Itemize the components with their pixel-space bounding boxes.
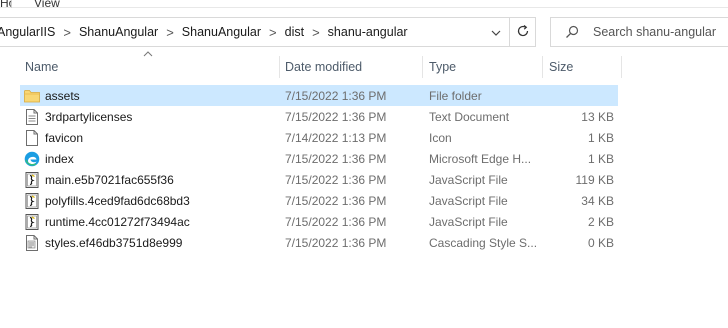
file-name-cell[interactable]: polyfills.4ced9fad6dc68bd3 <box>24 190 279 211</box>
address-bar[interactable]: AngularIIS > ShanuAngular > ShanuAngular… <box>0 17 510 47</box>
file-row[interactable]: polyfills.4ced9fad6dc68bd3 7/15/2022 1:36… <box>20 190 618 211</box>
column-header-date-modified[interactable]: Date modified <box>280 56 422 78</box>
file-row[interactable]: assets 7/15/2022 1:36 PM File folder <box>20 85 618 106</box>
column-divider[interactable] <box>542 56 543 78</box>
breadcrumb-separator[interactable]: > <box>55 25 79 40</box>
column-header-size[interactable]: Size <box>544 56 620 78</box>
file-type: Microsoft Edge H... <box>429 151 532 166</box>
file-name: styles.ef46db3751d8e999 <box>45 235 183 250</box>
file-name: runtime.4cc01272f73494ac <box>45 214 190 229</box>
search-placeholder: Search shanu-angular <box>593 25 716 39</box>
blank-file-icon <box>24 129 40 146</box>
file-size: 0 KB <box>587 235 614 250</box>
search-input[interactable]: Search shanu-angular <box>550 17 728 47</box>
file-row[interactable]: main.e5b7021fac655f36 7/15/2022 1:36 PM Ja… <box>20 169 618 190</box>
file-name-cell[interactable]: styles.ef46db3751d8e999 <box>24 232 279 253</box>
column-divider[interactable] <box>422 56 423 78</box>
edge-icon <box>24 151 40 167</box>
file-row[interactable]: index 7/15/2022 1:36 PM Microsoft Edge H..… <box>20 148 618 169</box>
file-name: favicon <box>45 130 84 145</box>
file-row[interactable]: favicon 7/14/2022 1:13 PM Icon 1 KB <box>20 127 618 148</box>
file-date-modified: 7/14/2022 1:13 PM <box>285 130 387 145</box>
ribbon-tab-strip: Home View <box>0 0 728 8</box>
file-name-cell[interactable]: assets <box>24 85 279 106</box>
file-type: File folder <box>429 88 482 103</box>
file-type: JavaScript File <box>429 214 508 229</box>
file-name-cell[interactable]: main.e5b7021fac655f36 <box>24 169 279 190</box>
file-date-modified: 7/15/2022 1:36 PM <box>285 151 387 166</box>
file-size: 13 KB <box>581 109 614 124</box>
file-name-cell[interactable]: index <box>24 148 279 169</box>
file-type: JavaScript File <box>429 193 508 208</box>
breadcrumb-angulariis[interactable]: AngularIIS <box>0 25 55 39</box>
navigation-bar: AngularIIS > ShanuAngular > ShanuAngular… <box>0 8 728 54</box>
javascript-file-icon <box>24 213 40 230</box>
file-name-cell[interactable]: runtime.4cc01272f73494ac <box>24 211 279 232</box>
breadcrumb-shanu-angular[interactable]: shanu-angular <box>328 25 408 39</box>
tab-view[interactable]: View <box>34 0 64 8</box>
file-name-cell[interactable]: favicon <box>24 127 279 148</box>
column-header-type[interactable]: Type <box>424 56 542 78</box>
column-divider[interactable] <box>621 56 622 78</box>
breadcrumb-shanuangular-1[interactable]: ShanuAngular <box>79 25 158 39</box>
breadcrumb-dist[interactable]: dist <box>285 25 304 39</box>
breadcrumb-separator[interactable]: > <box>158 25 182 40</box>
file-type: Text Document <box>429 109 510 124</box>
javascript-file-icon <box>24 171 40 188</box>
file-date-modified: 7/15/2022 1:36 PM <box>285 172 387 187</box>
file-name: main.e5b7021fac655f36 <box>45 172 174 187</box>
file-size <box>546 85 614 106</box>
file-name: polyfills.4ced9fad6dc68bd3 <box>45 193 190 208</box>
breadcrumb-shanuangular-2[interactable]: ShanuAngular <box>182 25 261 39</box>
refresh-button[interactable] <box>510 17 536 47</box>
file-date-modified: 7/15/2022 1:36 PM <box>285 214 387 229</box>
file-size: 119 KB <box>575 172 614 187</box>
javascript-file-icon <box>24 192 40 209</box>
breadcrumb-separator[interactable]: > <box>261 25 285 40</box>
file-row[interactable]: runtime.4cc01272f73494ac 7/15/2022 1:36 P… <box>20 211 618 232</box>
folder-icon <box>24 88 40 104</box>
file-type: JavaScript File <box>429 172 508 187</box>
file-name-cell[interactable]: 3rdpartylicenses <box>24 106 279 127</box>
column-header-name[interactable]: Name <box>20 56 278 78</box>
file-type: Cascading Style S... <box>429 235 538 250</box>
file-date-modified: 7/15/2022 1:36 PM <box>285 235 387 250</box>
file-name: index <box>45 151 74 166</box>
file-size: 1 KB <box>587 130 614 145</box>
text-document-icon <box>24 108 40 125</box>
file-row[interactable]: styles.ef46db3751d8e999 7/15/2022 1:36 PM… <box>20 232 618 253</box>
refresh-icon <box>516 24 530 41</box>
file-name: assets <box>45 88 80 103</box>
file-name: 3rdpartylicenses <box>45 109 133 124</box>
file-date-modified: 7/15/2022 1:36 PM <box>285 88 387 103</box>
file-type: Icon <box>429 130 452 145</box>
css-file-icon <box>24 234 40 251</box>
file-size: 1 KB <box>587 151 614 166</box>
chevron-down-icon[interactable] <box>483 25 509 41</box>
file-date-modified: 7/15/2022 1:36 PM <box>285 109 387 124</box>
file-date-modified: 7/15/2022 1:36 PM <box>285 193 387 208</box>
file-size: 2 KB <box>587 214 614 229</box>
search-icon <box>563 23 581 41</box>
breadcrumb-separator[interactable]: > <box>304 25 328 40</box>
tab-home[interactable]: Home <box>0 0 12 8</box>
file-size: 34 KB <box>581 193 614 208</box>
file-row[interactable]: 3rdpartylicenses 7/15/2022 1:36 PM Text Do… <box>20 106 618 127</box>
